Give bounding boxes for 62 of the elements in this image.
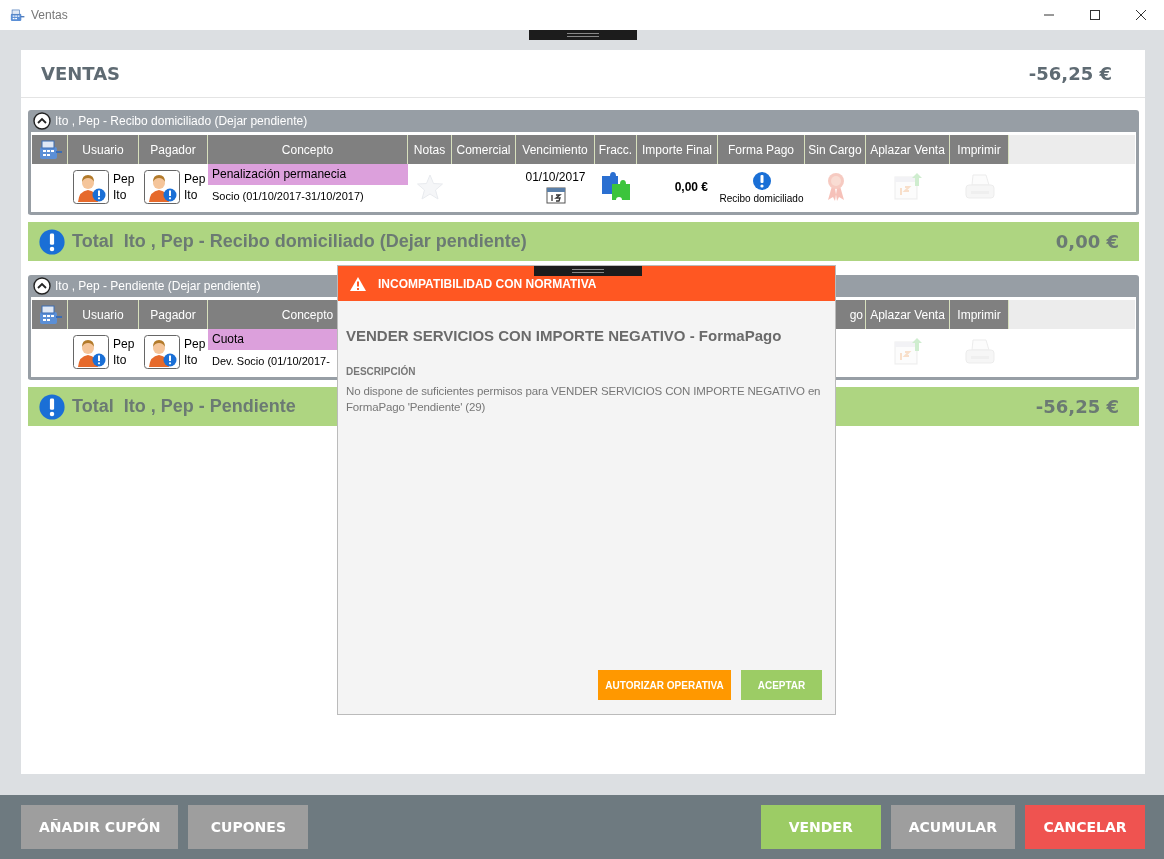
exclamation-icon (751, 170, 772, 191)
first-name: Pep (184, 171, 206, 187)
person-avatar-icon (73, 170, 109, 204)
column-header[interactable]: Vencimiento (516, 135, 595, 164)
column-header[interactable]: Concepto (208, 135, 408, 164)
last-name: Ito (113, 352, 128, 368)
column-header[interactable]: Aplazar Venta (866, 300, 950, 329)
panel-title: VENTAS (41, 63, 121, 84)
first-name: Pep (113, 336, 135, 352)
exclamation-icon (38, 392, 66, 421)
dialog-title: INCOMPATIBILIDAD CON NORMATIVA (378, 276, 597, 291)
grand-total: -56,25 € (1028, 63, 1112, 84)
window-title: Ventas (31, 8, 68, 22)
column-header[interactable]: Imprimir (950, 135, 1009, 164)
column-header[interactable]: Comercial (452, 135, 516, 164)
group-title: Ito , Pep - Recibo domiciliado (Dejar pendiente) (55, 114, 308, 128)
last-name: Ito (113, 187, 128, 203)
column-header[interactable]: Fracc. (595, 135, 637, 164)
first-name: Pep (184, 336, 206, 352)
collapse-icon[interactable] (33, 277, 51, 295)
action-button[interactable]: ACUMULAR (890, 805, 1015, 849)
total-amount: -56,25 € (1035, 396, 1119, 417)
total-label: Total Ito , Pep - Recibo domiciliado (Dejar pendiente) (72, 231, 527, 252)
drag-handle[interactable] (534, 266, 642, 276)
column-header[interactable]: Sin Cargo (805, 135, 866, 164)
column-header[interactable]: Imprimir (950, 300, 1009, 329)
column-header[interactable]: Aplazar Venta (866, 135, 950, 164)
concept-detail: Dev. Socio (01/10/2017- (211, 354, 331, 367)
dialog-button[interactable]: AUTORIZAR OPERATIVA (598, 670, 731, 700)
section-label: DESCRIPCIÓN (346, 366, 417, 377)
first-name: Pep (113, 171, 135, 187)
warning-icon (349, 275, 367, 292)
total-label: Total Ito , Pep - Pendiente (72, 396, 296, 417)
action-button[interactable]: CANCELAR (1025, 805, 1145, 849)
column-header[interactable]: Importe Final (637, 135, 718, 164)
concept-tag: Penalización permanecia (208, 164, 408, 185)
payment-method: Recibo domiciliado (719, 192, 804, 204)
total-amount: 0,00 € (1055, 231, 1119, 252)
amount: 0,00 € (674, 180, 708, 194)
puzzle-icon[interactable] (600, 172, 632, 202)
column-header[interactable]: Forma Pago (718, 135, 805, 164)
collapse-icon[interactable] (33, 112, 51, 130)
concept-detail: Socio (01/10/2017-31/10/2017) (211, 189, 365, 202)
person-avatar-icon (73, 335, 109, 369)
action-button[interactable]: CUPONES (188, 805, 309, 849)
calendar-icon (545, 186, 566, 204)
action-button[interactable]: AÑADIR CUPÓN (21, 805, 179, 849)
drag-handle[interactable] (529, 30, 637, 40)
dialog-message: No dispone de suficientes permisos para VENDER SERVICIOS CON IMPORTE NEGATIVO en FormaPago 'Pendiente' (29) (346, 384, 822, 415)
register-icon (9, 7, 25, 23)
person-avatar-icon (144, 335, 180, 369)
column-header[interactable]: Pagador (139, 300, 208, 329)
due-date: 01/10/2017 (525, 170, 586, 184)
person-avatar-icon (144, 170, 180, 204)
exclamation-icon (38, 227, 66, 256)
column-header[interactable]: Usuario (68, 135, 139, 164)
last-name: Ito (184, 352, 199, 368)
group-title: Ito , Pep - Pendiente (Dejar pendiente) (55, 279, 261, 293)
column-header[interactable]: Usuario (68, 300, 139, 329)
column-header[interactable]: Pagador (139, 135, 208, 164)
last-name: Ito (184, 187, 199, 203)
column-header[interactable]: Notas (408, 135, 452, 164)
